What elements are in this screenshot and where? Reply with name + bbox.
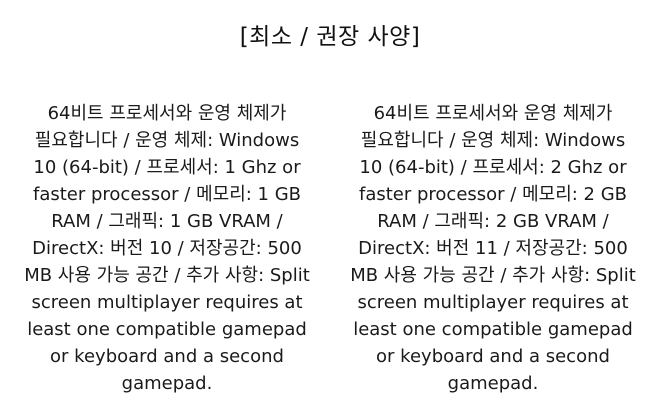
recommended-requirements-text: 64비트 프로세서와 운영 체제가 필요합니다 / 운영 체제: Windows… xyxy=(350,103,636,394)
system-requirements-heading: [최소 / 권장 사양] xyxy=(239,24,421,50)
minimum-requirements-text: 64비트 프로세서와 운영 체제가 필요합니다 / 운영 체제: Windows… xyxy=(24,103,310,394)
